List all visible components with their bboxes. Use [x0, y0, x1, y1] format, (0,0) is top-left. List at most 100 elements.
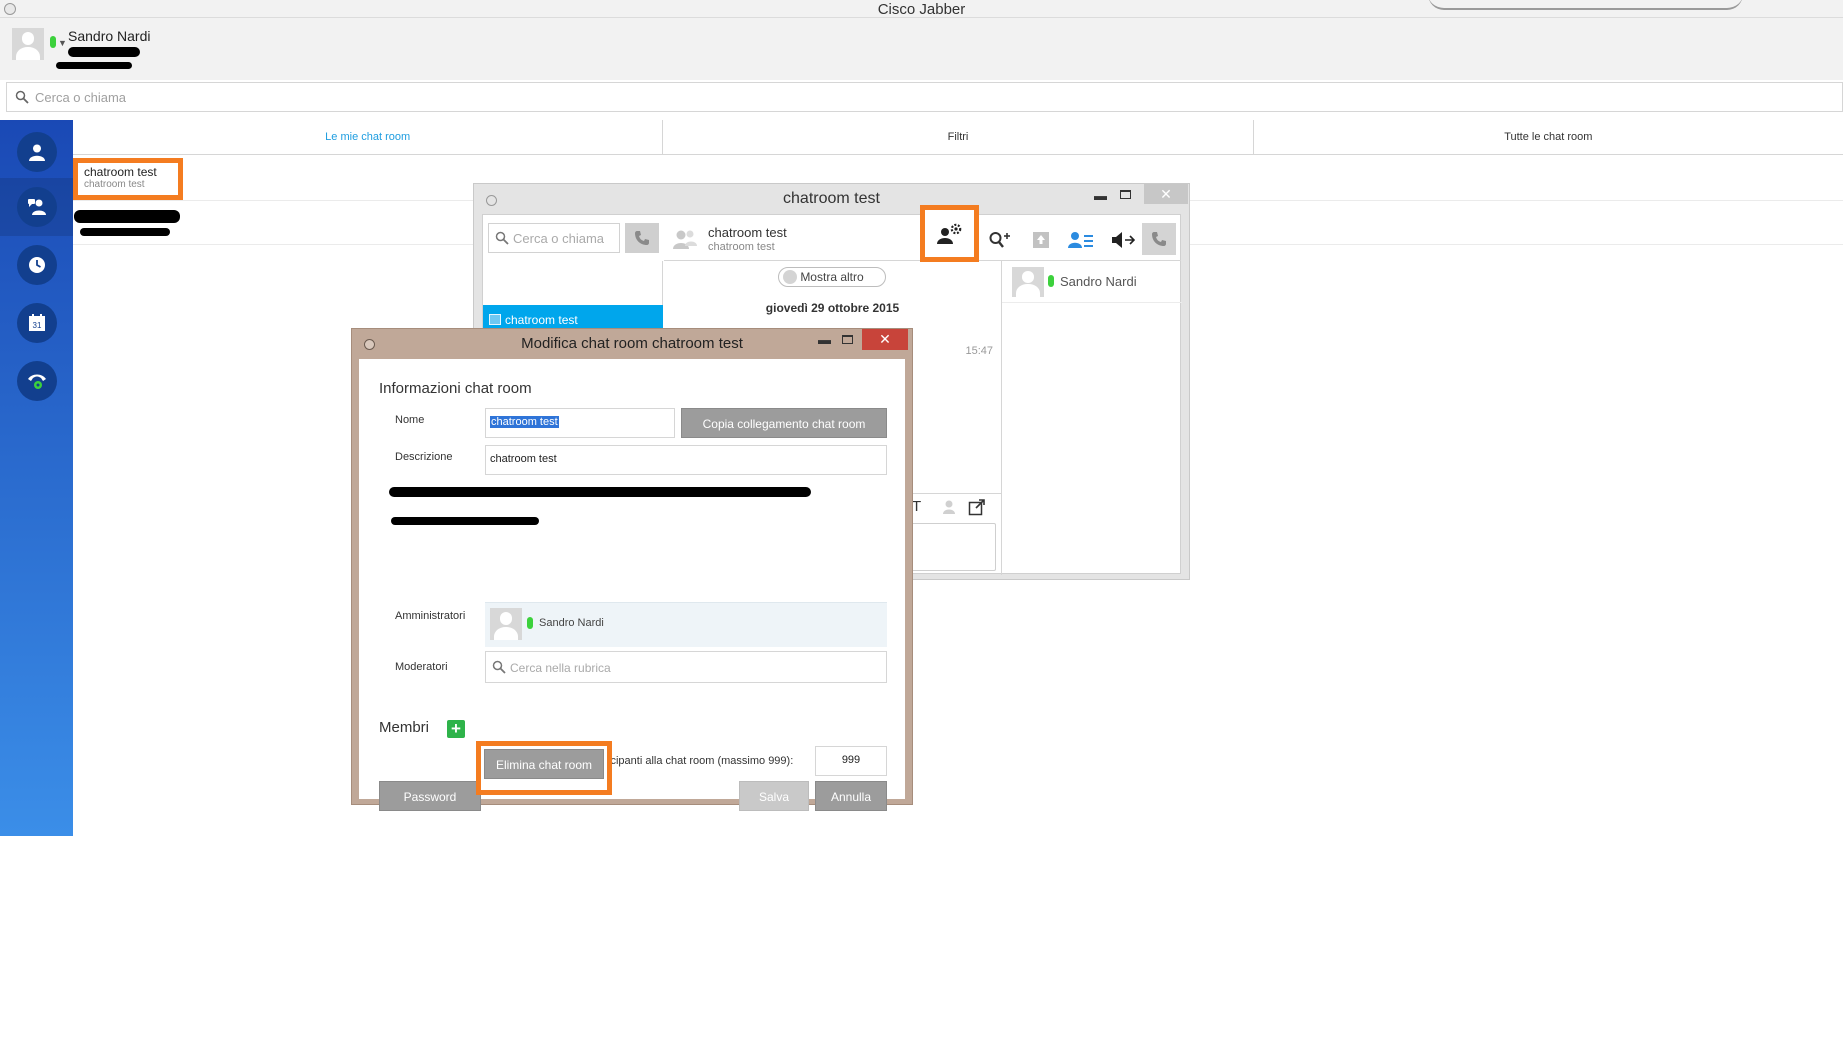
chatroom-search[interactable]: Cerca o chiama: [488, 223, 620, 253]
dialog-body: Informazioni chat room Nome chatroom tes…: [359, 359, 905, 811]
close-icon[interactable]: ✕: [862, 329, 908, 350]
description-field[interactable]: chatroom test: [485, 445, 887, 475]
chatroom-name: chatroom test: [708, 225, 787, 240]
chatroom-icon: [28, 199, 46, 215]
svg-text:31: 31: [33, 321, 42, 330]
admin-name: Sandro Nardi: [539, 617, 604, 629]
moderators-placeholder: Cerca nella rubrica: [510, 661, 611, 675]
presence-available-icon: [1048, 275, 1054, 287]
popout-icon[interactable]: [968, 498, 986, 516]
participant-item[interactable]: Sandro Nardi: [1002, 261, 1182, 303]
presence-status-icon[interactable]: [50, 36, 56, 48]
nav-contacts-button[interactable]: [17, 132, 57, 172]
chatroom-tabs: Le mie chat room Filtri Tutte le chat ro…: [73, 120, 1843, 155]
contact-icon: [29, 144, 45, 161]
nav-calendar-button[interactable]: 31: [17, 303, 57, 343]
group-avatar-icon: [672, 227, 698, 251]
maximize-icon[interactable]: [1120, 190, 1131, 199]
search-participant-button[interactable]: [986, 229, 1012, 251]
search-icon: [15, 90, 29, 104]
nav-recents-button[interactable]: [17, 245, 57, 285]
tab-my-chatrooms[interactable]: Le mie chat room: [73, 120, 664, 154]
nav-rail: 31: [0, 120, 73, 836]
redacted-room-item: [74, 210, 180, 223]
chevron-down-icon[interactable]: ▼: [58, 38, 67, 48]
name-value: chatroom test: [490, 416, 559, 428]
nav-voicemail-button[interactable]: [17, 361, 57, 401]
main-search: [6, 82, 1843, 112]
title-bar: Cisco Jabber: [0, 0, 1843, 18]
add-participant-icon[interactable]: [942, 499, 958, 515]
call-button[interactable]: [1142, 223, 1176, 255]
moderators-search-input[interactable]: Cerca nella rubrica: [485, 651, 887, 683]
avatar-icon: [1012, 267, 1044, 297]
minimize-icon[interactable]: ▬: [818, 332, 831, 347]
maximize-icon[interactable]: [842, 335, 853, 344]
description-label: Descrizione: [395, 451, 453, 463]
tab-all-chatrooms[interactable]: Tutte le chat room: [1254, 120, 1843, 154]
name-label: Nome: [395, 414, 425, 426]
redacted-location: [56, 62, 132, 69]
close-icon[interactable]: ✕: [1144, 184, 1188, 204]
save-button[interactable]: Salva: [739, 781, 809, 811]
calendar-icon: 31: [29, 314, 45, 331]
add-member-button[interactable]: +: [447, 720, 465, 738]
room-settings-button[interactable]: [920, 205, 979, 262]
share-file-button[interactable]: [1028, 229, 1054, 251]
delete-highlight: Elimina chat room: [476, 741, 612, 795]
show-more-label: Mostra altro: [800, 270, 864, 284]
list-item[interactable]: chatroom test chatroom test: [73, 158, 183, 200]
avatar-icon: [490, 608, 522, 640]
cancel-button[interactable]: Annulla: [815, 781, 887, 811]
redacted-location-row: [389, 487, 811, 497]
chatroom-window-title: chatroom test: [783, 190, 880, 207]
chatroom-icon: [489, 314, 501, 325]
phone-icon: [635, 231, 649, 245]
minimize-icon[interactable]: ▬: [1094, 188, 1107, 203]
copy-link-button[interactable]: Copia collegamento chat room: [681, 408, 887, 438]
password-button[interactable]: Password: [379, 781, 481, 811]
user-header: ▼ Sandro Nardi: [0, 18, 1843, 80]
search-input[interactable]: [33, 87, 633, 107]
text-format-icon[interactable]: T: [912, 498, 921, 515]
tab-filters[interactable]: Filtri: [663, 120, 1254, 154]
nav-chatrooms-button[interactable]: [17, 187, 57, 227]
name-field[interactable]: chatroom test: [485, 408, 675, 438]
phone-voicemail-icon: [28, 374, 46, 389]
upload-icon: [1033, 232, 1049, 248]
avatar: [1012, 267, 1044, 297]
user-name: Sandro Nardi: [68, 28, 151, 44]
presence-available-icon: [527, 617, 533, 629]
participant-name: Sandro Nardi: [1060, 274, 1137, 289]
search-icon: [495, 231, 509, 245]
moderators-label: Moderatori: [395, 661, 448, 673]
redacted-status: [68, 47, 140, 57]
participant-list-icon: [1068, 232, 1093, 248]
delete-chatroom-button[interactable]: Elimina chat room: [484, 749, 604, 779]
admin-list: Sandro Nardi: [485, 602, 887, 647]
audio-button[interactable]: [1110, 229, 1136, 251]
call-button[interactable]: [625, 223, 659, 253]
participants-button[interactable]: [1068, 229, 1094, 251]
members-title: Membri: [379, 719, 430, 736]
search-icon: [492, 660, 506, 674]
limit-input[interactable]: 999: [815, 746, 887, 776]
section-info-title: Informazioni chat room: [379, 380, 532, 397]
search-placeholder: Cerca o chiama: [513, 231, 605, 246]
clock-icon: [29, 257, 45, 273]
plus-icon: +: [451, 719, 461, 738]
avatar[interactable]: [12, 28, 44, 60]
speaker-icon: [1112, 232, 1135, 248]
room-subtitle: chatroom test: [84, 179, 145, 190]
avatar-icon: [12, 28, 44, 60]
conversation-date: giovedì 29 ottobre 2015: [765, 301, 900, 315]
room-name: chatroom test: [84, 165, 157, 179]
redacted-location-row: [391, 517, 539, 525]
room-name: chatroom test: [505, 313, 578, 327]
edit-chatroom-dialog: Modifica chat room chatroom test ▬ ✕ Inf…: [351, 328, 913, 811]
chatroom-subtitle: chatroom test: [708, 241, 775, 253]
phone-icon: [1152, 232, 1166, 246]
user-settings-icon: [936, 223, 961, 244]
admins-label: Amministratori: [395, 610, 466, 622]
show-more-button[interactable]: Mostra altro: [778, 267, 886, 287]
